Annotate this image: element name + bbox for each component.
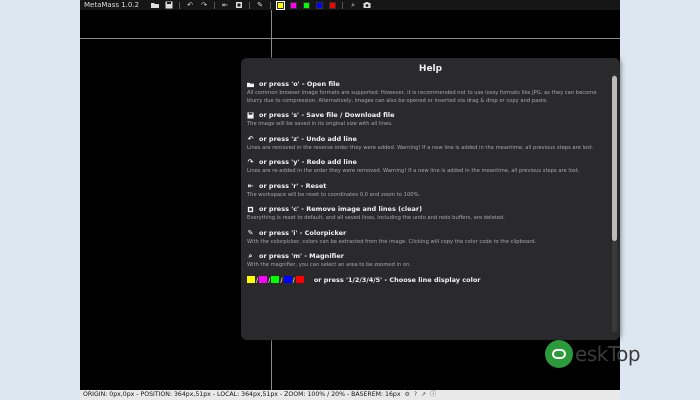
color-swatch-yellow <box>247 275 255 283</box>
help-item-label: or press 'c' - Remove image and lines (c… <box>259 205 423 213</box>
help-item-desc: With the colorpicker, colors can be extr… <box>247 238 537 245</box>
save-icon <box>247 112 254 119</box>
help-item-clear: or press 'c' - Remove image and lines (c… <box>247 205 608 223</box>
clear-icon <box>247 206 254 213</box>
app-window: MetaMass 1.0.2 ↶ ↷ ⇤ ✎ ⌕ Help or press '… <box>80 0 620 400</box>
app-title: MetaMass 1.0.2 <box>84 1 140 9</box>
clipboard-image-icon[interactable] <box>235 1 243 9</box>
toolbar-divider <box>342 1 344 9</box>
info-icon[interactable]: ⓘ <box>430 390 436 400</box>
help-item-desc: With the magnifier, you can select an ar… <box>247 262 412 268</box>
help-item-desc: Lines are re-added in the order they wer… <box>247 168 580 174</box>
toolbar: MetaMass 1.0.2 ↶ ↷ ⇤ ✎ ⌕ <box>80 0 620 10</box>
toolbar-divider <box>270 1 272 9</box>
help-scrollbar[interactable] <box>612 74 617 332</box>
help-item-label: or press 'm' - Magnifier <box>259 252 344 260</box>
help-item-redo: ↷ or press 'y' - Redo add line Lines are… <box>247 158 608 176</box>
color-swatch-red <box>295 275 304 283</box>
colorpicker-icon[interactable]: ✎ <box>256 1 264 9</box>
reset-icon[interactable]: ⇤ <box>221 1 229 9</box>
origin-guide-horizontal <box>80 38 620 39</box>
color-swatch-red[interactable] <box>329 1 337 9</box>
color-swatch-blue[interactable] <box>316 1 324 9</box>
help-item-label: or press 's' - Save file / Download file <box>259 111 395 119</box>
camera-icon[interactable] <box>363 1 371 9</box>
help-item-reset: ⇤ or press 'r' - Reset The workspace wil… <box>247 182 608 200</box>
reset-icon: ⇤ <box>247 181 254 190</box>
watermark-text: eskTop <box>575 342 641 366</box>
help-item-open: or press 'o' - Open file All common brow… <box>247 80 608 105</box>
help-dialog: Help or press 'o' - Open file All common… <box>241 58 620 340</box>
help-scrollbar-thumb[interactable] <box>612 76 617 241</box>
help-item-save: or press 's' - Save file / Download file… <box>247 111 608 129</box>
help-item-label: or press 'y' - Redo add line <box>259 158 357 166</box>
folder-open-icon[interactable] <box>151 1 160 9</box>
help-item-colors: / / / / or press '1/2/3/4/5' - Choose li… <box>247 275 608 285</box>
help-item-label: or press 'o' - Open file <box>259 80 340 88</box>
help-item-colorpicker: ✎ or press 'i' - Colorpicker With the co… <box>247 229 608 247</box>
save-icon[interactable] <box>165 1 173 9</box>
magnifier-icon: ⌕ <box>248 252 253 260</box>
color-swatch-yellow[interactable] <box>276 0 286 10</box>
help-item-magnifier: ⌕ or press 'm' - Magnifier With the magn… <box>247 252 608 270</box>
help-item-desc: The image will be saved in its original … <box>247 121 393 127</box>
folder-open-icon <box>247 81 254 88</box>
help-item-label: or press 'r' - Reset <box>259 181 327 190</box>
undo-icon: ↶ <box>247 134 254 143</box>
colorpicker-icon: ✎ <box>247 228 254 237</box>
color-swatch-green <box>271 275 280 283</box>
help-icon[interactable]: ? <box>414 390 417 400</box>
status-text: ORIGIN: 0px,0px - POSITION: 364px,51px -… <box>83 391 401 398</box>
redo-icon[interactable]: ↷ <box>200 1 208 9</box>
color-swatch-blue <box>283 275 292 283</box>
help-item-label: or press '1/2/3/4/5' - Choose line displ… <box>313 275 481 284</box>
color-swatch-magenta <box>259 275 268 283</box>
share-icon[interactable]: ↗ <box>421 390 426 400</box>
help-item-label: or press 'z' - Undo add line <box>259 134 357 143</box>
undo-icon[interactable]: ↶ <box>186 1 194 9</box>
help-body: or press 'o' - Open file All common brow… <box>247 80 608 291</box>
watermark: eskTop <box>545 340 641 368</box>
color-swatch-green[interactable] <box>303 1 311 9</box>
statusbar: ORIGIN: 0px,0px - POSITION: 364px,51px -… <box>80 390 620 400</box>
color-swatch-row: / / / / <box>247 275 304 285</box>
toolbar-divider <box>249 1 251 9</box>
settings-icon[interactable]: ⚙ <box>405 390 410 400</box>
help-title: Help <box>418 64 443 74</box>
toolbar-divider <box>179 1 181 9</box>
toolbar-divider <box>214 1 216 9</box>
help-item-label: or press 'i' - Colorpicker <box>259 228 347 237</box>
redo-icon: ↷ <box>247 158 254 166</box>
help-item-desc: Lines are removed in the reverse order t… <box>247 144 594 151</box>
help-item-undo: ↶ or press 'z' - Undo add line Lines are… <box>247 135 608 153</box>
help-item-desc: Everything is reset to default, and all … <box>247 215 505 221</box>
help-item-desc: The workspace will be reset to coordinat… <box>247 191 421 198</box>
color-swatch-magenta[interactable] <box>290 1 298 9</box>
magnifier-icon[interactable]: ⌕ <box>349 1 357 9</box>
help-item-desc: All common browser image formats are sup… <box>247 90 597 104</box>
watermark-logo-icon <box>545 340 573 368</box>
